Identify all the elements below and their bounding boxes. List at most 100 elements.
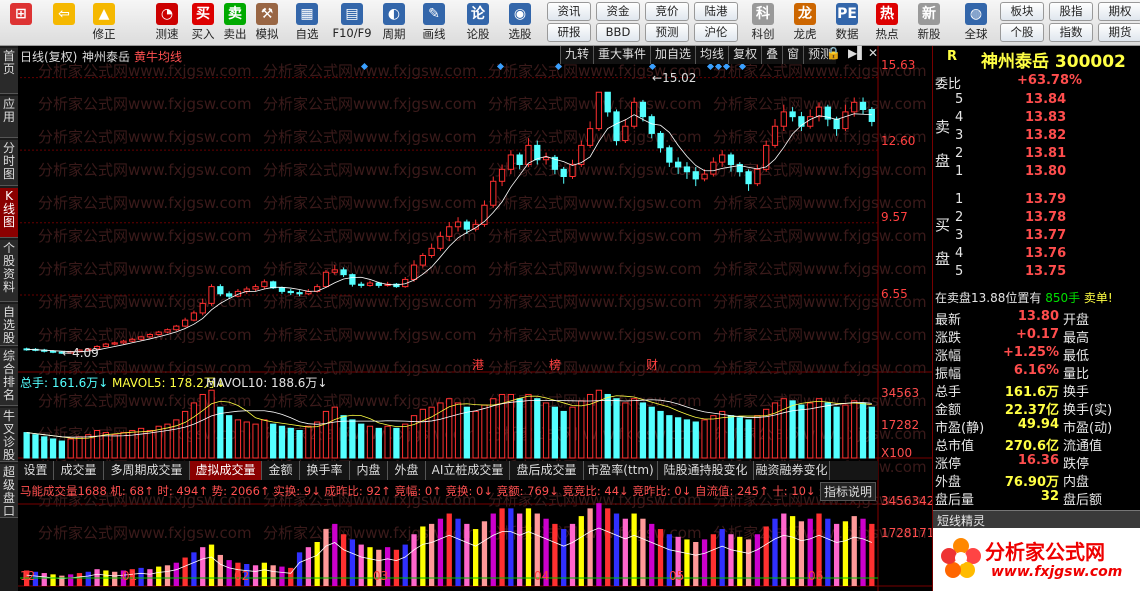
indicator-tab[interactable]: 陆股通持股变化 — [658, 461, 754, 480]
toolbar-button-pe-data[interactable]: PE 数据 — [830, 2, 864, 44]
date-axis-label: 12 — [20, 569, 36, 583]
chart-tool-button[interactable]: 重大事件 — [593, 46, 651, 64]
indicator-tab[interactable]: AI立桩成交量 — [426, 461, 510, 480]
indicator2-bar — [296, 552, 303, 586]
toolbar-rect-button[interactable]: 期权 — [1098, 2, 1140, 21]
indicator-tab[interactable]: 盘后成交量 — [510, 461, 584, 480]
toolbar-button-kechuang[interactable]: 科科创 — [746, 2, 780, 44]
indicator2-bar — [182, 557, 188, 586]
toolbar-button-buy[interactable]: 买买入 — [188, 2, 218, 44]
indicator2-bar — [305, 547, 312, 586]
chart-tool-button[interactable]: 复权 — [728, 46, 762, 64]
toolbar-button-globe[interactable]: ◍ 全球 — [956, 2, 996, 44]
toolbar-button-windows[interactable]: ⊞ — [4, 2, 38, 44]
candle-body — [146, 333, 154, 338]
toolbar-button-discuss[interactable]: 论论股 — [460, 2, 496, 44]
indicator-tab[interactable]: 多周期成交量 — [104, 461, 190, 480]
toolbar-rect-button[interactable]: 沪伦 — [694, 23, 738, 42]
quote-field-label-right: 最高 — [1063, 331, 1090, 346]
indicator-tab[interactable]: 成交量 — [54, 461, 104, 480]
watermark: 分析家公式网www.fxjgsw.com — [488, 293, 702, 311]
toolbar-button-pencil[interactable]: ✎ 画线 — [416, 2, 452, 44]
indicator-help-button[interactable]: 指标说明 — [820, 482, 877, 501]
close-icon[interactable]: ✕ — [868, 46, 878, 60]
left-tab[interactable]: 应用 — [0, 96, 18, 138]
toolbar-button-hot[interactable]: 热热点 — [870, 2, 904, 44]
indicator-tab[interactable]: 虚拟成交量 — [190, 461, 262, 480]
toolbar-button-new-stock[interactable]: 新新股 — [912, 2, 946, 44]
volume-bar — [217, 406, 224, 459]
candle-body — [710, 161, 717, 175]
chart-tool-button[interactable]: 均线 — [695, 46, 729, 64]
indicator-tab[interactable]: 外盘 — [388, 461, 426, 480]
left-tab[interactable]: 首页 — [0, 48, 18, 94]
volume-bar — [692, 421, 699, 459]
volume-bar — [67, 438, 74, 459]
indicator-tab[interactable]: 金额 — [262, 461, 300, 480]
candle-body — [437, 235, 444, 249]
left-tab[interactable]: 超级盘口 — [0, 464, 18, 518]
indicator2-bar — [446, 513, 452, 586]
sell-level: 4 — [955, 110, 964, 125]
logo-box: 分析家公式网 www.fxjgsw.com — [933, 528, 1140, 591]
toolbar-rect-button[interactable]: 资金 — [596, 2, 640, 21]
toolbar-rect-button[interactable]: 预测 — [645, 23, 689, 42]
lock-icon[interactable]: 🔒 — [826, 46, 841, 60]
candle-body — [780, 111, 787, 127]
toolbar-rect-button[interactable]: BBD — [596, 23, 640, 42]
date-axis-label: 04 — [534, 569, 550, 583]
toolbar-button-up-arrow[interactable]: ▲ 修正 — [88, 2, 120, 44]
toolbar-rect-button[interactable]: 板块 — [1000, 2, 1044, 21]
toolbar-button-f10[interactable]: ▤ F10/F9 — [330, 2, 374, 44]
watermark: 分析家公式网www.fxjgsw.com — [263, 62, 477, 80]
indicator-tab[interactable]: 内盘 — [350, 461, 388, 480]
toolbar-rect-button[interactable]: 个股 — [1000, 23, 1044, 42]
event-marker-hk[interactable]: 港 — [472, 356, 484, 373]
toolbar-rect-button[interactable]: 指数 — [1049, 23, 1093, 42]
left-tab[interactable]: 牛叉诊股 — [0, 408, 18, 462]
toolbar-button-hammer[interactable]: ⚒ 模拟 — [252, 2, 282, 44]
indicator2-bar — [76, 573, 83, 586]
toolbar-rect-button[interactable]: 陆港 — [694, 2, 738, 21]
kline-chart-panel[interactable]: 分析家公式网www.fxjgsw.com 分析家公式网www.fxjgsw.com… — [18, 46, 932, 591]
chart-tool-button[interactable]: 叠 — [761, 46, 783, 64]
left-tab[interactable]: K线图 — [0, 188, 18, 238]
toolbar-rect-button[interactable]: 期货 — [1098, 23, 1140, 42]
toolbar-label: 画线 — [422, 27, 446, 41]
toolbar-button-period[interactable]: ◐ 周期 — [376, 2, 412, 44]
indicator-tab[interactable]: 融资融券变化 — [754, 461, 830, 480]
volume-bar — [710, 415, 717, 459]
chart-tool-button[interactable]: 加自选 — [650, 46, 696, 64]
next-icon[interactable]: ▶▌ — [848, 46, 866, 60]
toolbar-rect-button[interactable]: 股指 — [1049, 2, 1093, 21]
toolbar-button-chart-select[interactable]: ◉ 选股 — [500, 2, 540, 44]
indicator-tab[interactable]: 市盈率(ttm) — [584, 461, 658, 480]
toolbar-rect-button[interactable]: 竞价 — [645, 2, 689, 21]
candle-body — [190, 312, 198, 321]
left-tab[interactable]: 分时图 — [0, 140, 18, 186]
toolbar-button-sell[interactable]: 卖卖出 — [220, 2, 250, 44]
indicator-tab[interactable]: 设置 — [18, 461, 54, 480]
toolbar-button-dragon-tiger[interactable]: 龙龙虎 — [788, 2, 822, 44]
short-line-header[interactable]: 短线精灵 — [933, 510, 1140, 528]
chart-tool-button[interactable]: 九转 — [560, 46, 594, 64]
volume-bar — [859, 402, 867, 459]
left-tab[interactable]: 综合排名 — [0, 348, 18, 406]
candle-body — [410, 264, 418, 280]
left-tab[interactable]: 自选股 — [0, 304, 18, 346]
toolbar-rect-button[interactable]: 研报 — [547, 23, 591, 42]
quote-title: 神州泰岳 300002 — [981, 52, 1126, 72]
chart-tool-button[interactable]: 窗 — [782, 46, 804, 64]
indicator-tab[interactable]: 换手率 — [300, 461, 350, 480]
toolbar-rect-button[interactable]: 资讯 — [547, 2, 591, 21]
left-tab[interactable]: 个股资料 — [0, 240, 18, 302]
candle-body — [719, 154, 726, 163]
toolbar-button-back-arrow[interactable]: ⇦ — [44, 2, 84, 44]
event-marker-list[interactable]: 榜 — [549, 356, 561, 373]
toolbar-button-watchlist[interactable]: ▦ 自选 — [288, 2, 326, 44]
volume-bar — [393, 427, 400, 459]
event-marker-finance[interactable]: 财 — [646, 356, 658, 373]
candle-body — [807, 116, 814, 127]
toolbar-button-clock[interactable]: ◔ 测速 — [150, 2, 184, 44]
indicator2-bar — [851, 516, 857, 586]
